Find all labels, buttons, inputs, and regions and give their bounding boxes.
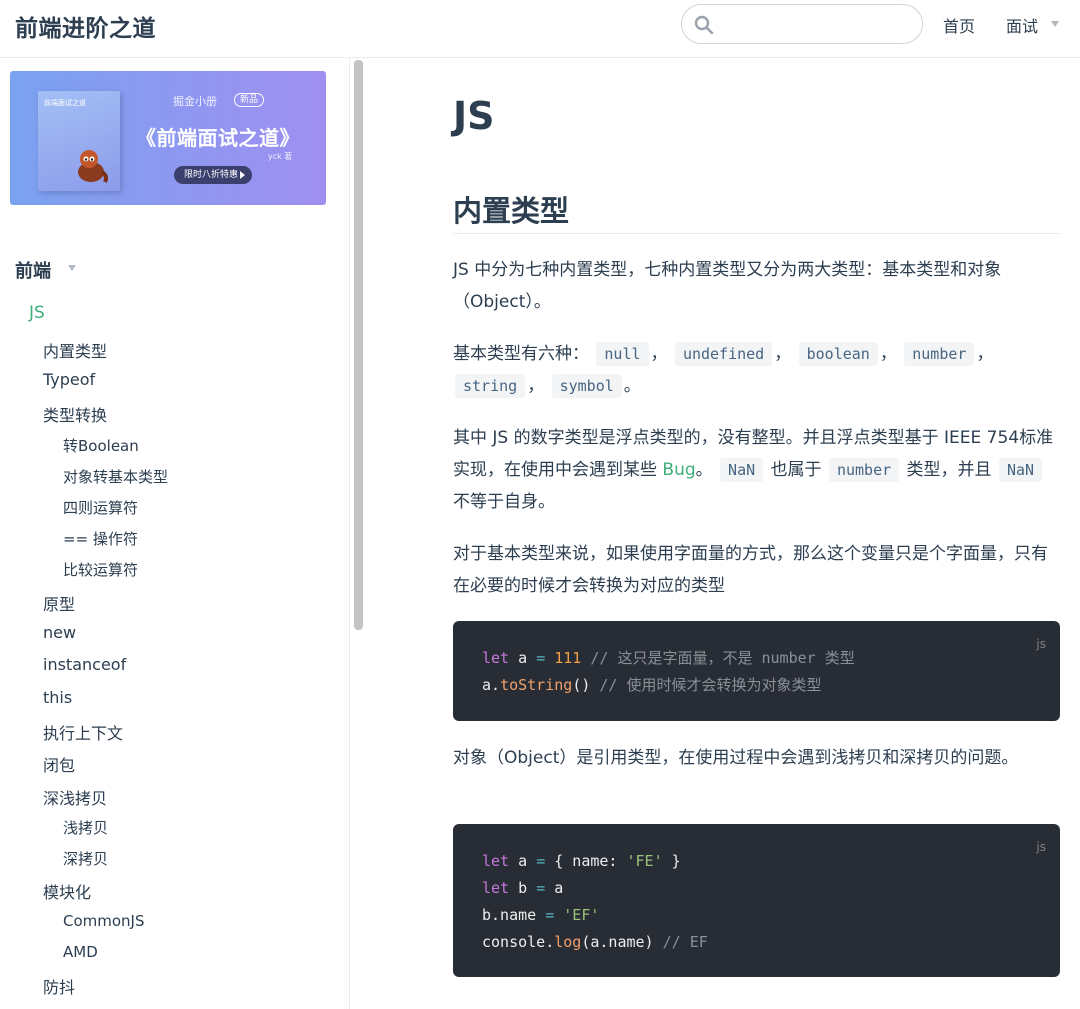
paragraph-number-type: 其中 JS 的数字类型是浮点类型的，没有整型。并且浮点类型基于 IEEE 754…: [453, 422, 1060, 518]
sidebar-item-amd[interactable]: AMD: [63, 943, 98, 961]
sidebar: 前端面试之道 掘金小册 新品 《前端面试之道》 yck 著 限时八折特惠 前端 …: [0, 58, 350, 1009]
code-nan: NaN: [720, 458, 764, 482]
nav-home-link[interactable]: 首页: [943, 13, 975, 37]
sidebar-item-deep-copy[interactable]: 深拷贝: [63, 848, 108, 869]
chevron-down-icon[interactable]: [68, 265, 76, 271]
banner-author: yck 著: [268, 152, 293, 161]
code-null: null: [596, 342, 649, 366]
banner-cta-label: 限时八折特惠: [184, 170, 239, 180]
sidebar-item-type-conversion[interactable]: 类型转换: [43, 402, 107, 426]
banner-cta-button[interactable]: 限时八折特惠: [174, 166, 252, 184]
code-number: number: [904, 342, 975, 366]
paragraph-text: 基本类型有六种：: [453, 344, 589, 364]
code-block-reference: js let a = { name: 'FE' } let b = a b.na…: [453, 824, 1060, 977]
sidebar-item-comparison-operators[interactable]: 比较运算符: [63, 559, 138, 580]
brand-label: 掘金小册: [173, 95, 217, 108]
bug-link[interactable]: Bug: [662, 460, 695, 480]
banner-title: 《前端面试之道》: [136, 126, 300, 150]
promo-banner[interactable]: 前端面试之道 掘金小册 新品 《前端面试之道》 yck 著 限时八折特惠: [10, 71, 326, 205]
code-line: let b = a: [482, 879, 564, 897]
heading-divider: [453, 233, 1060, 234]
sidebar-item-object-to-primitive[interactable]: 对象转基本类型: [63, 466, 168, 487]
top-navbar: 前端进阶之道 首页 面试: [0, 0, 1080, 58]
paragraph-text: 。: [695, 460, 713, 480]
separator: 。: [623, 376, 641, 396]
sidebar-item-closure[interactable]: 闭包: [43, 752, 75, 776]
sidebar-item-copy[interactable]: 深浅拷贝: [43, 785, 107, 809]
play-arrow-icon: [240, 171, 245, 179]
sidebar-item-debounce[interactable]: 防抖: [43, 974, 75, 998]
book-cover-image: 前端面试之道: [38, 91, 120, 191]
paragraph-intro: JS 中分为七种内置类型，七种内置类型又分为两大类型：基本类型和对象（Objec…: [453, 260, 1002, 312]
red-panda-illustration: [78, 150, 108, 183]
page-title: JS: [453, 94, 495, 138]
chevron-down-icon[interactable]: [1051, 21, 1059, 27]
search-icon: [694, 15, 714, 35]
book-cover-title: 前端面试之道: [44, 99, 86, 107]
sidebar-item-to-boolean[interactable]: 转Boolean: [63, 435, 139, 456]
separator: ，: [879, 344, 897, 364]
code-string: string: [455, 374, 526, 398]
paragraph-text: 也属于: [765, 460, 827, 480]
code-line: console.log(a.name) // EF: [482, 933, 708, 951]
sidebar-item-arithmetic-operators[interactable]: 四则运算符: [63, 497, 138, 518]
code-language-label: js: [1036, 637, 1046, 651]
sidebar-item-commonjs[interactable]: CommonJS: [63, 912, 145, 930]
separator: ，: [650, 344, 668, 364]
paragraph-object-reference: 对象（Object）是引用类型，在使用过程中会遇到浅拷贝和深拷贝的问题。: [453, 748, 1019, 768]
sidebar-scrollbar[interactable]: [354, 60, 363, 630]
code-line: let a = 111 // 这只是字面量，不是 number 类型: [482, 649, 855, 667]
sidebar-item-execution-context[interactable]: 执行上下文: [43, 720, 123, 744]
section-heading: 内置类型: [453, 194, 570, 228]
search-input[interactable]: [720, 11, 910, 37]
code-language-label: js: [1036, 840, 1046, 854]
code-block-literal: js let a = 111 // 这只是字面量，不是 number 类型 a.…: [453, 621, 1060, 721]
sidebar-item-instanceof[interactable]: instanceof: [43, 655, 126, 674]
search-box[interactable]: [681, 4, 923, 44]
code-undefined: undefined: [674, 342, 773, 366]
paragraph-literal: 对于基本类型来说，如果使用字面量的方式，那么这个变量只是个字面量，只有在必要的时…: [453, 544, 1048, 596]
paragraph-text: 类型，并且: [901, 460, 997, 480]
code-boolean: boolean: [798, 342, 878, 366]
sidebar-item-this[interactable]: this: [43, 688, 72, 707]
code-symbol: symbol: [551, 374, 622, 398]
sidebar-item-typeof[interactable]: Typeof: [43, 370, 95, 389]
code-line: a.toString() // 使用时候才会转换为对象类型: [482, 676, 822, 694]
sidebar-item-js[interactable]: JS: [29, 303, 45, 323]
sidebar-item-equality-operator[interactable]: == 操作符: [63, 528, 138, 549]
nav-interview-dropdown[interactable]: 面试: [1006, 13, 1038, 37]
sidebar-item-modules[interactable]: 模块化: [43, 879, 91, 903]
separator: ，: [527, 376, 545, 396]
sidebar-item-prototype[interactable]: 原型: [43, 591, 75, 615]
code-line: b.name = 'EF': [482, 906, 600, 924]
paragraph-text: 不等于自身。: [453, 492, 555, 512]
new-badge: 新品: [234, 93, 265, 107]
code-number: number: [828, 458, 900, 482]
separator: ，: [976, 344, 994, 364]
code-line: let a = { name: 'FE' }: [482, 852, 681, 870]
sidebar-item-shallow-copy[interactable]: 浅拷贝: [63, 817, 108, 838]
code-nan: NaN: [998, 458, 1043, 482]
sidebar-item-builtin-types[interactable]: 内置类型: [43, 338, 107, 362]
main-content: JS 内置类型 JS 中分为七种内置类型，七种内置类型又分为两大类型：基本类型和…: [370, 58, 1080, 1009]
sidebar-group-frontend[interactable]: 前端: [15, 257, 51, 283]
paragraph-primitive-types: 基本类型有六种： null， undefined， boolean， numbe…: [453, 338, 1060, 402]
site-title[interactable]: 前端进阶之道: [15, 9, 156, 43]
sidebar-item-new[interactable]: new: [43, 623, 76, 642]
separator: ，: [774, 344, 792, 364]
